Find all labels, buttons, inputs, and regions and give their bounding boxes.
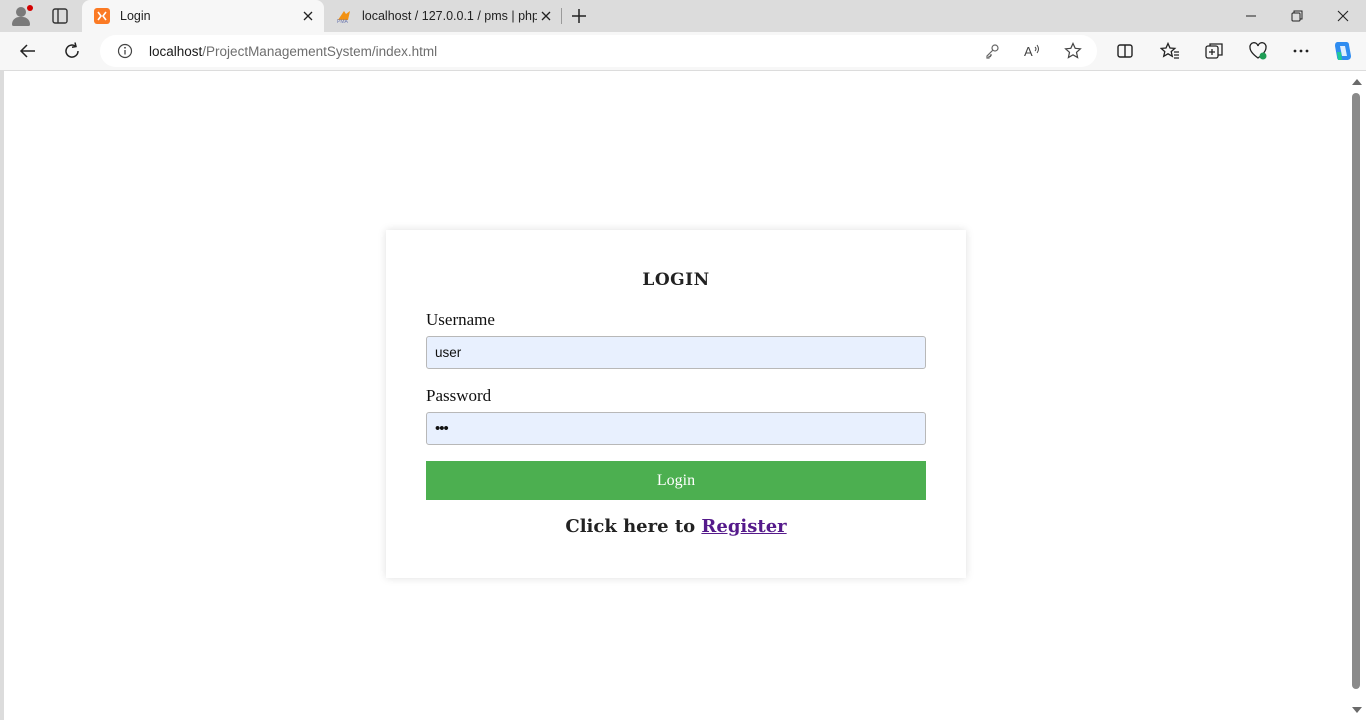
- password-input[interactable]: •••: [426, 412, 926, 445]
- svg-text:PMA: PMA: [337, 19, 349, 24]
- scroll-up-arrow-icon[interactable]: [1352, 79, 1362, 85]
- back-arrow-icon[interactable]: [18, 41, 38, 61]
- copilot-icon[interactable]: [1332, 40, 1354, 62]
- favorites-icon[interactable]: [1160, 41, 1180, 61]
- login-title: LOGIN: [642, 270, 710, 290]
- register-prompt: Click here to Register: [386, 516, 966, 537]
- read-aloud-icon[interactable]: A: [1024, 43, 1042, 59]
- phpmyadmin-icon: PMA: [337, 11, 350, 24]
- more-options-icon[interactable]: [1291, 41, 1311, 61]
- close-tab-icon[interactable]: [300, 8, 316, 24]
- address-bar[interactable]: localhost/ProjectManagementSystem/index.…: [100, 35, 1097, 67]
- tab-login[interactable]: Login: [82, 0, 324, 32]
- register-link[interactable]: Register: [701, 516, 786, 537]
- site-info-icon[interactable]: [117, 43, 133, 59]
- address-url[interactable]: localhost/ProjectManagementSystem/index.…: [149, 44, 437, 59]
- refresh-icon[interactable]: [62, 41, 82, 61]
- favorite-star-icon[interactable]: [1064, 42, 1082, 60]
- tab-separator: [561, 8, 562, 24]
- profile-avatar-icon[interactable]: [10, 5, 33, 27]
- scrollbar-thumb[interactable]: [1352, 93, 1360, 689]
- browser-essentials-icon[interactable]: [1248, 41, 1268, 61]
- page-viewport: LOGIN Username user Password ••• Login C…: [4, 71, 1348, 720]
- browser-toolbar: localhost/ProjectManagementSystem/index.…: [0, 32, 1366, 70]
- scroll-down-arrow-icon[interactable]: [1352, 707, 1362, 713]
- new-tab-icon[interactable]: [569, 6, 589, 26]
- close-window-icon[interactable]: [1320, 0, 1366, 32]
- username-label: Username: [426, 310, 495, 329]
- password-label: Password: [426, 386, 492, 405]
- close-tab-icon[interactable]: [538, 8, 554, 24]
- vertical-scrollbar[interactable]: [1348, 71, 1366, 720]
- register-prompt-text: Click here to: [565, 516, 702, 537]
- collections-icon[interactable]: [1204, 41, 1224, 61]
- tab-strip: Login PMA localhost / 127.0.0.1 / pms | …: [0, 0, 1366, 32]
- login-button[interactable]: Login: [426, 461, 926, 500]
- tab-title: localhost / 127.0.0.1 / pms | phpMyAdmin: [362, 9, 537, 23]
- username-input[interactable]: user: [426, 336, 926, 369]
- password-key-icon[interactable]: [984, 43, 1000, 59]
- tab-title: Login: [120, 9, 151, 23]
- tab-actions-icon[interactable]: [50, 6, 70, 26]
- login-card: LOGIN Username user Password ••• Login C…: [386, 230, 966, 578]
- svg-text:A: A: [1024, 44, 1033, 59]
- tab-phpmyadmin[interactable]: PMA localhost / 127.0.0.1 / pms | phpMyA…: [324, 0, 562, 32]
- minimize-window-icon[interactable]: [1228, 0, 1274, 32]
- xampp-icon: [94, 8, 110, 24]
- restore-window-icon[interactable]: [1274, 0, 1320, 32]
- split-screen-icon[interactable]: [1115, 41, 1135, 61]
